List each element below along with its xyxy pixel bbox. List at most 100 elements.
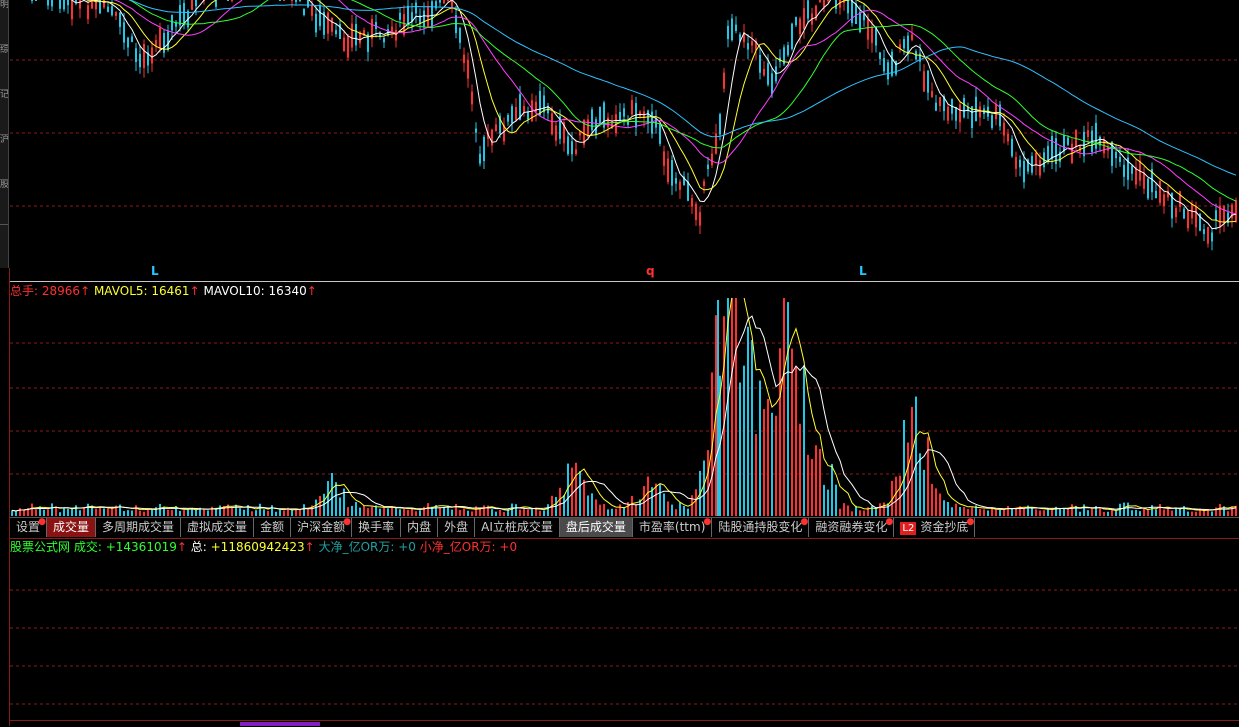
candle-body [935, 102, 937, 111]
tab-turnover[interactable]: 换手率 [352, 518, 402, 537]
volume-bar [291, 509, 293, 516]
volume-bar [987, 510, 989, 516]
volume-bar [527, 509, 529, 516]
candle-body [1015, 157, 1017, 169]
small-net-label: 小净_亿OR万: [419, 540, 496, 554]
candle-body [215, 0, 217, 7]
candle-body [1115, 151, 1117, 159]
candle-body [139, 53, 141, 68]
indicator-tab-bar: 设置 ● 成交量 多周期成交量 虚拟成交量 金额 沪深金额 ● 换手率 内盘 外盘 … [10, 517, 1239, 539]
candle-body [827, 0, 829, 1]
candle-body [991, 114, 993, 128]
candle-body [667, 158, 669, 183]
panel-divider[interactable] [10, 281, 1239, 282]
tab-settings[interactable]: 设置 ● [10, 518, 48, 537]
tab-volume[interactable]: 成交量 [47, 518, 97, 537]
tab-pe-ttm[interactable]: 市盈率(ttm) ● [633, 518, 713, 537]
scroll-position-mark[interactable] [240, 722, 320, 726]
strip-cell[interactable]: 沪 [0, 135, 8, 180]
strip-cell[interactable]: 记 [0, 90, 8, 135]
tab-shsz-amount[interactable]: 沪深金额 ● [291, 518, 353, 537]
volume-bar [151, 509, 153, 516]
volume-bar [587, 495, 589, 516]
volume-bar [267, 510, 269, 516]
candle-body [527, 111, 529, 120]
volume-bar [363, 505, 365, 516]
price-candlestick-chart[interactable] [10, 0, 1239, 281]
candle-body [803, 8, 805, 30]
volume-bar [983, 509, 985, 516]
volume-bar [183, 510, 185, 516]
tab-outer-volume[interactable]: 外盘 [438, 518, 476, 537]
candle-body [1023, 161, 1025, 183]
volume-bar [1139, 511, 1141, 516]
volume-bar [579, 471, 581, 516]
volume-bar [1127, 502, 1129, 516]
volume-bar [663, 493, 665, 516]
tab-margin-change[interactable]: 融资融券变化 ● [809, 517, 895, 537]
tab-fund-bottom[interactable]: L2 资金抄底 ● [894, 518, 976, 537]
strip-cell[interactable]: 明 [0, 0, 8, 45]
volume-bar [827, 489, 829, 516]
candle-body [1035, 152, 1037, 166]
volume-bar [683, 506, 685, 516]
volume-bar [367, 508, 369, 516]
candle-body [1011, 138, 1013, 157]
candle-body [1083, 131, 1085, 157]
volume-bar [871, 505, 873, 516]
candle-body [155, 40, 157, 46]
tab-ai-pile-volume[interactable]: AI立桩成交量 [475, 518, 560, 537]
mavol10-value: 16340 [268, 284, 307, 298]
indicator-chart[interactable] [10, 556, 1239, 720]
tab-amount[interactable]: 金额 [254, 518, 292, 537]
volume-bar [1219, 503, 1221, 516]
up-arrow-icon: ↑ [80, 284, 91, 298]
volume-bar-chart[interactable] [10, 298, 1239, 516]
candle-body [35, 0, 37, 1]
volume-bar [503, 512, 505, 516]
candle-body [551, 113, 553, 135]
strip-cell[interactable]: 股 [0, 180, 8, 225]
tab-multi-period-volume[interactable]: 多周期成交量 [96, 518, 182, 537]
candle-body [163, 32, 165, 53]
candle-body [307, 0, 309, 8]
candle-body [491, 129, 493, 146]
volume-bar [327, 481, 329, 516]
up-arrow-icon: ↑ [176, 540, 187, 554]
volume-bar [211, 506, 213, 516]
volume-bar [135, 505, 137, 516]
candle-body [1187, 210, 1189, 229]
candle-body [1003, 122, 1005, 136]
volume-bar [931, 483, 933, 516]
tab-after-hours-volume[interactable]: 盘后成交量 [559, 518, 633, 537]
up-arrow-icon: ↑ [189, 284, 200, 298]
tab-virtual-volume[interactable]: 虚拟成交量 [181, 518, 255, 537]
tab-northbound-holding[interactable]: 陆股通持股变化 ● [712, 518, 810, 537]
volume-bar [603, 504, 605, 516]
volume-bar [1187, 511, 1189, 516]
volume-bar [271, 505, 273, 516]
candle-body [819, 0, 821, 2]
volume-bar [791, 348, 793, 516]
dot-icon: ● [885, 517, 894, 527]
candle-body [335, 30, 337, 35]
l2-badge: L2 [900, 522, 917, 535]
volume-bar [1059, 508, 1061, 516]
volume-bar [51, 503, 53, 516]
candle-body [319, 4, 321, 27]
candle-body [1155, 190, 1157, 199]
tab-inner-volume[interactable]: 内盘 [401, 518, 439, 537]
volume-bar [595, 499, 597, 516]
candle-body [459, 28, 461, 43]
candle-body [515, 106, 517, 120]
volume-bar [495, 511, 497, 516]
volume-bar [419, 510, 421, 516]
up-arrow-icon: ↑ [306, 284, 317, 298]
volume-bar [203, 509, 205, 516]
candle-body [447, 0, 449, 1]
strip-cell[interactable]: 综 [0, 45, 8, 90]
volume-bar [395, 508, 397, 516]
mavol5-line [11, 298, 1237, 512]
candle-body [431, 1, 433, 28]
candle-body [931, 91, 933, 98]
